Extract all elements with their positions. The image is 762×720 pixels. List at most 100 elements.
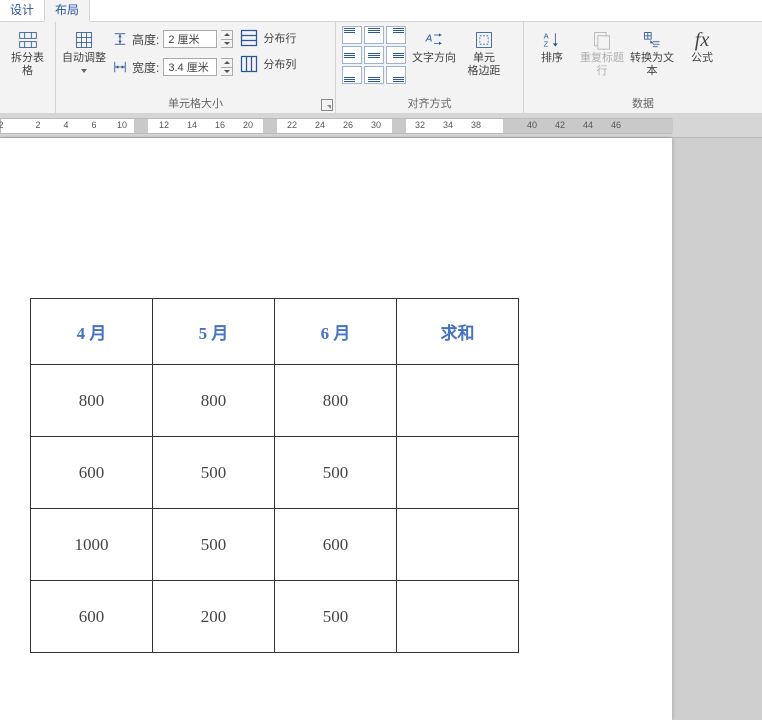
text-direction-button[interactable]: A 文字方向 (412, 26, 456, 65)
col-width-control: 宽度: 3.4 厘米 (112, 56, 233, 78)
align-bot-center[interactable] (364, 66, 384, 84)
table-cell[interactable]: 500 (275, 581, 397, 653)
table-cell[interactable]: 200 (153, 581, 275, 653)
align-bot-right[interactable] (386, 66, 406, 84)
ruler-number: 2 (0, 120, 4, 130)
align-bot-left[interactable] (342, 66, 362, 84)
split-table-icon (18, 30, 38, 50)
ruler-number: 40 (527, 120, 537, 130)
sort-label: 排序 (541, 52, 563, 65)
table-header-cell[interactable]: 求和 (397, 299, 519, 365)
text-direction-icon: A (424, 30, 444, 50)
ribbon-tabs: 设计 布局 (0, 0, 762, 22)
ruler-number: 26 (343, 120, 353, 130)
ruler-number: 42 (555, 120, 565, 130)
align-mid-left[interactable] (342, 46, 362, 64)
group-merge: 拆分表格 (0, 22, 56, 113)
table-cell[interactable]: 500 (153, 437, 275, 509)
col-width-input[interactable]: 3.4 厘米 (163, 58, 217, 76)
align-mid-right[interactable] (386, 46, 406, 64)
table-header-cell[interactable]: 4 月 (31, 299, 153, 365)
document-page[interactable]: 4 月5 月6 月求和 8008008006005005001000500600… (0, 138, 672, 720)
group-data: AZ 排序 重复标题行 转换为文本 fx 公式 数据 (524, 22, 762, 113)
ruler-number: 30 (371, 120, 381, 130)
row-height-input[interactable]: 2 厘米 (163, 30, 217, 48)
chevron-down-icon (81, 69, 87, 73)
group-data-label: 数据 (530, 93, 756, 111)
ribbon: 拆分表格 自动调整 高度: 2 厘米 (0, 22, 762, 114)
ruler-col-marker (134, 119, 148, 133)
repeat-header-button: 重复标题行 (580, 26, 624, 78)
table-row: 600500500 (31, 437, 519, 509)
ruler-number: 38 (471, 120, 481, 130)
ruler-number: 6 (91, 120, 96, 130)
table-header-cell[interactable]: 6 月 (275, 299, 397, 365)
ruler-number: 22 (287, 120, 297, 130)
autofit-label: 自动调整 (62, 52, 106, 65)
convert-to-text-button[interactable]: 转换为文本 (630, 26, 674, 78)
formula-button[interactable]: fx 公式 (680, 26, 724, 65)
align-top-center[interactable] (364, 26, 384, 44)
align-top-right[interactable] (386, 26, 406, 44)
ruler-number: 10 (117, 120, 127, 130)
convert-to-text-icon (642, 30, 662, 50)
table-cell[interactable]: 600 (31, 581, 153, 653)
table-cell[interactable]: 600 (275, 509, 397, 581)
table-cell[interactable]: 500 (153, 509, 275, 581)
ruler-number: 44 (583, 120, 593, 130)
distribute-rows-icon (239, 28, 259, 48)
table-cell[interactable] (397, 437, 519, 509)
distribute-cols-icon (239, 54, 259, 74)
table-row: 800800800 (31, 365, 519, 437)
col-width-stepper[interactable] (221, 58, 233, 76)
cell-size-dialog-launcher[interactable] (321, 99, 333, 111)
align-top-left[interactable] (342, 26, 362, 44)
cell-margins-button[interactable]: 单元 格边距 (462, 26, 506, 78)
work-area: 4 月5 月6 月求和 8008008006005005001000500600… (0, 138, 762, 720)
distribute-rows-label: 分布行 (263, 30, 296, 46)
ruler-number: 20 (243, 120, 253, 130)
table-cell[interactable]: 800 (275, 365, 397, 437)
cell-margins-icon (474, 30, 494, 50)
ruler-number: 4 (63, 120, 68, 130)
col-width-label: 宽度: (132, 59, 159, 76)
horizontal-ruler[interactable]: 224610121416202224263032343840424446 (0, 118, 672, 134)
distribute-rows-button[interactable]: 分布行 (239, 28, 296, 48)
tab-layout[interactable]: 布局 (44, 0, 90, 22)
split-table-button[interactable]: 拆分表格 (6, 26, 49, 78)
ruler-col-marker (392, 119, 406, 133)
align-mid-center[interactable] (364, 46, 384, 64)
data-table[interactable]: 4 月5 月6 月求和 8008008006005005001000500600… (30, 298, 519, 653)
sort-button[interactable]: AZ 排序 (530, 26, 574, 65)
ruler-number: 2 (35, 120, 40, 130)
table-header-cell[interactable]: 5 月 (153, 299, 275, 365)
row-height-label: 高度: (132, 31, 159, 48)
table-cell[interactable] (397, 509, 519, 581)
alignment-grid (342, 26, 406, 84)
table-cell[interactable]: 800 (153, 365, 275, 437)
group-cell-size: 自动调整 高度: 2 厘米 宽度: 3.4 厘米 (56, 22, 336, 113)
svg-text:A: A (425, 34, 433, 45)
group-cell-size-label: 单元格大小 (62, 93, 329, 111)
row-height-control: 高度: 2 厘米 (112, 28, 233, 50)
ruler-number: 46 (611, 120, 621, 130)
table-row: 600200500 (31, 581, 519, 653)
distribute-cols-button[interactable]: 分布列 (239, 54, 296, 74)
autofit-button[interactable]: 自动调整 (62, 26, 106, 73)
group-alignment: A 文字方向 单元 格边距 对齐方式 (336, 22, 524, 113)
row-height-stepper[interactable] (221, 30, 233, 48)
table-cell[interactable] (397, 365, 519, 437)
repeat-header-icon (592, 30, 612, 50)
split-table-label: 拆分表格 (6, 52, 49, 78)
cell-margins-label: 单元 格边距 (468, 52, 501, 78)
table-cell[interactable]: 600 (31, 437, 153, 509)
convert-to-text-label: 转换为文本 (630, 52, 674, 78)
table-cell[interactable]: 1000 (31, 509, 153, 581)
table-cell[interactable]: 800 (31, 365, 153, 437)
table-cell[interactable] (397, 581, 519, 653)
tab-design[interactable]: 设计 (0, 0, 44, 21)
table-header-row: 4 月5 月6 月求和 (31, 299, 519, 365)
ruler-number: 16 (215, 120, 225, 130)
table-cell[interactable]: 500 (275, 437, 397, 509)
ruler-number: 34 (443, 120, 453, 130)
